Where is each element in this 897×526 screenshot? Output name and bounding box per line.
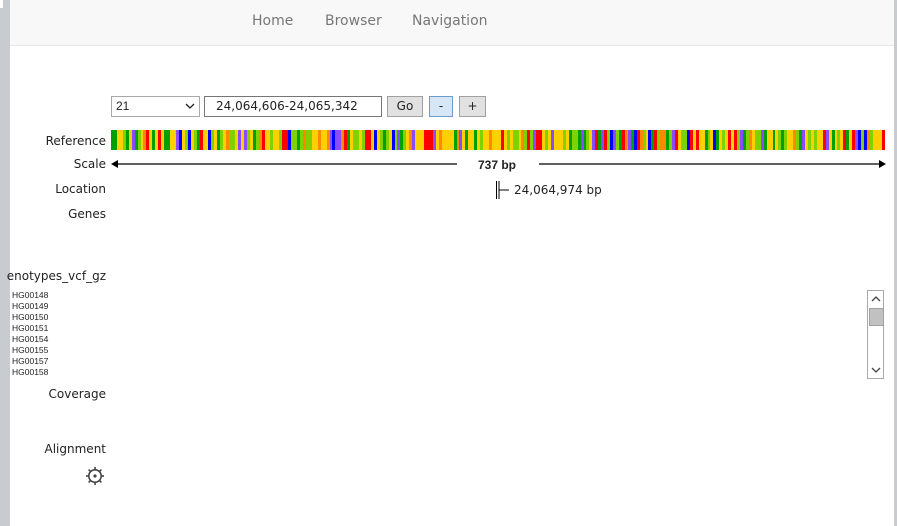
left-panel-edge xyxy=(0,0,10,526)
track-label-genes: Genes xyxy=(68,207,106,221)
reference-sequence-track[interactable] xyxy=(111,130,885,150)
track-label-alignment: Alignment xyxy=(44,442,106,456)
variant-sample-name: HG00154 xyxy=(12,334,49,344)
track-label-scale: Scale xyxy=(73,157,106,171)
track-label-coverage: Coverage xyxy=(48,387,107,401)
variant-sample-name: HG00148 xyxy=(12,290,49,300)
track-label-reference: Reference xyxy=(45,134,106,148)
location-position-label: 24,064,974 bp xyxy=(514,183,602,197)
variant-sample-list: HG00148 HG00149 HG00150 HG00151 HG00154 HG001… xyxy=(12,290,48,378)
nav-home-link[interactable]: Home xyxy=(252,13,293,29)
scale-span-label: 737 bp xyxy=(478,158,517,172)
nav-navigation-link[interactable]: Navigation xyxy=(412,13,488,29)
variant-track-scrollbar[interactable] xyxy=(867,290,884,379)
location-marker xyxy=(496,181,509,199)
locus-input[interactable]: 24,064,606-24,065,342 xyxy=(204,96,382,117)
chromosome-select[interactable]: 21 xyxy=(111,96,200,117)
go-button[interactable]: Go xyxy=(387,96,423,117)
gear-icon[interactable] xyxy=(85,466,105,486)
track-label-variants: enotypes_vcf_gz xyxy=(6,269,106,283)
zoom-out-button[interactable]: - xyxy=(429,96,453,117)
nav-browser-link[interactable]: Browser xyxy=(325,13,382,29)
variant-sample-name: HG00150 xyxy=(12,312,49,322)
variant-sample-name: HG00151 xyxy=(12,323,49,333)
variant-sample-name: HG00158 xyxy=(12,367,49,377)
chevron-up-icon[interactable] xyxy=(869,292,883,306)
top-navbar: Home Browser Navigation xyxy=(10,0,894,46)
reference-base xyxy=(881,130,885,150)
zoom-in-button[interactable]: + xyxy=(459,96,486,117)
track-label-location: Location xyxy=(55,182,106,196)
chromosome-select-value: 21 xyxy=(116,99,130,113)
variant-sample-name: HG00155 xyxy=(12,345,49,355)
variant-sample-name: HG00157 xyxy=(12,356,49,366)
chevron-down-icon xyxy=(185,103,195,109)
chevron-down-icon[interactable] xyxy=(869,363,883,377)
variant-sample-name: HG00149 xyxy=(12,301,49,311)
scrollbar-thumb[interactable] xyxy=(869,308,884,326)
